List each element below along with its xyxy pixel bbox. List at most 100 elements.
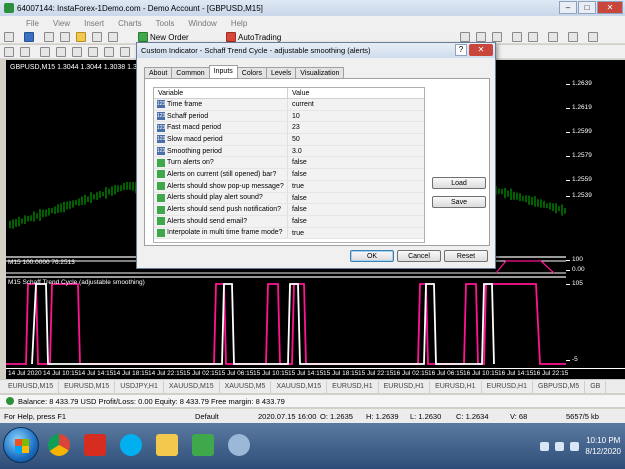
parameter-name-cell: Alerts should show pop-up message?: [154, 180, 288, 192]
menu-charts[interactable]: Charts: [118, 19, 142, 28]
indicator-2-tick: 105: [566, 280, 583, 287]
taskbar-skype[interactable]: [114, 428, 148, 462]
parameter-row[interactable]: Alerts on current (still opened) bar? fal…: [154, 169, 424, 181]
parameter-row[interactable]: 123 Slow macd period 50: [154, 134, 424, 146]
chart-tab[interactable]: EURUSD,H1: [379, 380, 431, 393]
menu-view[interactable]: View: [53, 19, 70, 28]
navigator-button[interactable]: [76, 31, 86, 43]
terminal-button[interactable]: [92, 31, 102, 43]
dialog-close-button[interactable]: ✕: [469, 44, 493, 56]
parameter-row[interactable]: Alerts should show pop-up message? true: [154, 180, 424, 193]
reset-button[interactable]: Reset: [444, 250, 488, 262]
strategy-tester-button[interactable]: [108, 31, 118, 43]
minimize-button[interactable]: –: [559, 1, 577, 14]
new-chart-button[interactable]: [4, 31, 14, 43]
new-order-icon: [138, 32, 148, 42]
parameter-value[interactable]: 50: [288, 134, 300, 145]
chart-tab[interactable]: EURUSD,H1: [327, 380, 379, 393]
crosshair-tool[interactable]: [20, 46, 30, 58]
menu-insert[interactable]: Insert: [84, 19, 104, 28]
parameter-row[interactable]: Alerts should send email? false: [154, 215, 424, 228]
menu-help[interactable]: Help: [231, 19, 247, 28]
tab-colors[interactable]: Colors: [236, 67, 268, 78]
maximize-button[interactable]: □: [578, 1, 596, 14]
parameter-value[interactable]: 23: [288, 122, 300, 133]
tab-levels[interactable]: Levels: [266, 67, 297, 78]
parameter-row[interactable]: 123 Fast macd period 23: [154, 122, 424, 135]
parameter-value[interactable]: false: [288, 204, 307, 215]
parameter-value[interactable]: true: [288, 181, 304, 192]
clock[interactable]: 10:10 PM 8/12/2020: [585, 435, 621, 457]
dialog-help-button[interactable]: ?: [455, 44, 467, 56]
taskbar-anydesk[interactable]: [78, 428, 112, 462]
header-value[interactable]: Value: [288, 88, 309, 98]
chart-tab[interactable]: GBPUSD,M5: [533, 380, 586, 393]
chart-tab[interactable]: XAUUSD,M15: [164, 380, 220, 393]
tile-windows-button[interactable]: [548, 31, 558, 43]
start-button[interactable]: [3, 427, 39, 463]
save-button[interactable]: Save: [432, 196, 486, 208]
menu-file[interactable]: File: [26, 19, 39, 28]
parameter-row[interactable]: Alerts should send push notification? fal…: [154, 204, 424, 216]
taskbar-paint[interactable]: [222, 428, 256, 462]
channel-tool[interactable]: [88, 46, 98, 58]
chart-tab[interactable]: EURUSD,H1: [430, 380, 482, 393]
zoom-in-icon: [512, 32, 522, 42]
cancel-button[interactable]: Cancel: [397, 250, 441, 262]
header-variable[interactable]: Variable: [154, 88, 288, 98]
data-window-button[interactable]: [60, 31, 70, 43]
chart-tab[interactable]: XAUUSD,M5: [220, 380, 272, 393]
ok-button[interactable]: OK: [350, 250, 394, 262]
chart-tab[interactable]: XAUUSD,M15: [271, 380, 328, 393]
parameter-value[interactable]: false: [288, 216, 307, 227]
taskbar-explorer[interactable]: [150, 428, 184, 462]
zoom-in-button[interactable]: [512, 31, 522, 43]
chart-tab[interactable]: GB: [585, 380, 607, 393]
text-tool[interactable]: [120, 46, 130, 58]
market-watch-button[interactable]: [44, 31, 54, 43]
dialog-tabs: About Common Inputs Colors Levels Visual…: [144, 65, 345, 78]
tab-visualization[interactable]: Visualization: [295, 67, 345, 78]
cursor-tool[interactable]: [4, 46, 14, 58]
chart-shift-button[interactable]: [568, 31, 578, 43]
parameter-value[interactable]: false: [288, 193, 307, 204]
volume-icon[interactable]: [570, 441, 580, 451]
parameter-row[interactable]: Turn alerts on? false: [154, 157, 424, 170]
parameter-row[interactable]: Interpolate in multi time frame mode? tru…: [154, 227, 424, 240]
load-button[interactable]: Load: [432, 177, 486, 189]
chart-tab[interactable]: EURUSD,H1: [482, 380, 533, 393]
chart-tab[interactable]: EURUSD,M15: [3, 380, 60, 393]
menu-tools[interactable]: Tools: [156, 19, 175, 28]
network-icon[interactable]: [555, 441, 565, 451]
parameter-value[interactable]: current: [288, 99, 314, 110]
chart-tab[interactable]: USDJPY,H1: [115, 380, 164, 393]
chart-tab[interactable]: EURUSD,M15: [59, 380, 116, 393]
parameter-value[interactable]: true: [288, 228, 304, 239]
parameter-row[interactable]: 123 Time frame current: [154, 99, 424, 111]
chrome-icon: [48, 434, 70, 456]
zoom-out-button[interactable]: [528, 31, 538, 43]
parameter-name-cell: Alerts should play alert sound?: [154, 192, 288, 204]
autoscroll-button[interactable]: [588, 31, 598, 43]
indicator-pane-2[interactable]: M15 Schaff Trend Cycle (adjustable smoot…: [6, 278, 566, 368]
parameter-value[interactable]: false: [288, 157, 307, 168]
tray-arrow-icon[interactable]: [540, 441, 550, 451]
parameter-row[interactable]: 123 Smoothing period 3.0: [154, 145, 424, 158]
fibonacci-tool[interactable]: [104, 46, 114, 58]
taskbar-chrome[interactable]: [42, 428, 76, 462]
tab-inputs[interactable]: Inputs: [208, 65, 238, 78]
parameter-value[interactable]: false: [288, 169, 307, 180]
tab-common[interactable]: Common: [171, 67, 210, 78]
trendline-tool[interactable]: [72, 46, 82, 58]
menu-window[interactable]: Window: [188, 19, 216, 28]
parameter-row[interactable]: 123 Schaff period 10: [154, 110, 424, 123]
parameter-value[interactable]: 3.0: [288, 146, 302, 157]
profiles-button[interactable]: [24, 31, 34, 43]
close-button[interactable]: ✕: [597, 1, 623, 14]
parameter-row[interactable]: Alerts should play alert sound? false: [154, 192, 424, 205]
taskbar-metatrader[interactable]: [186, 428, 220, 462]
horizontal-line-tool[interactable]: [56, 46, 66, 58]
parameter-value[interactable]: 10: [288, 111, 300, 122]
vertical-line-tool[interactable]: [40, 46, 50, 58]
tab-about[interactable]: About: [144, 67, 173, 78]
